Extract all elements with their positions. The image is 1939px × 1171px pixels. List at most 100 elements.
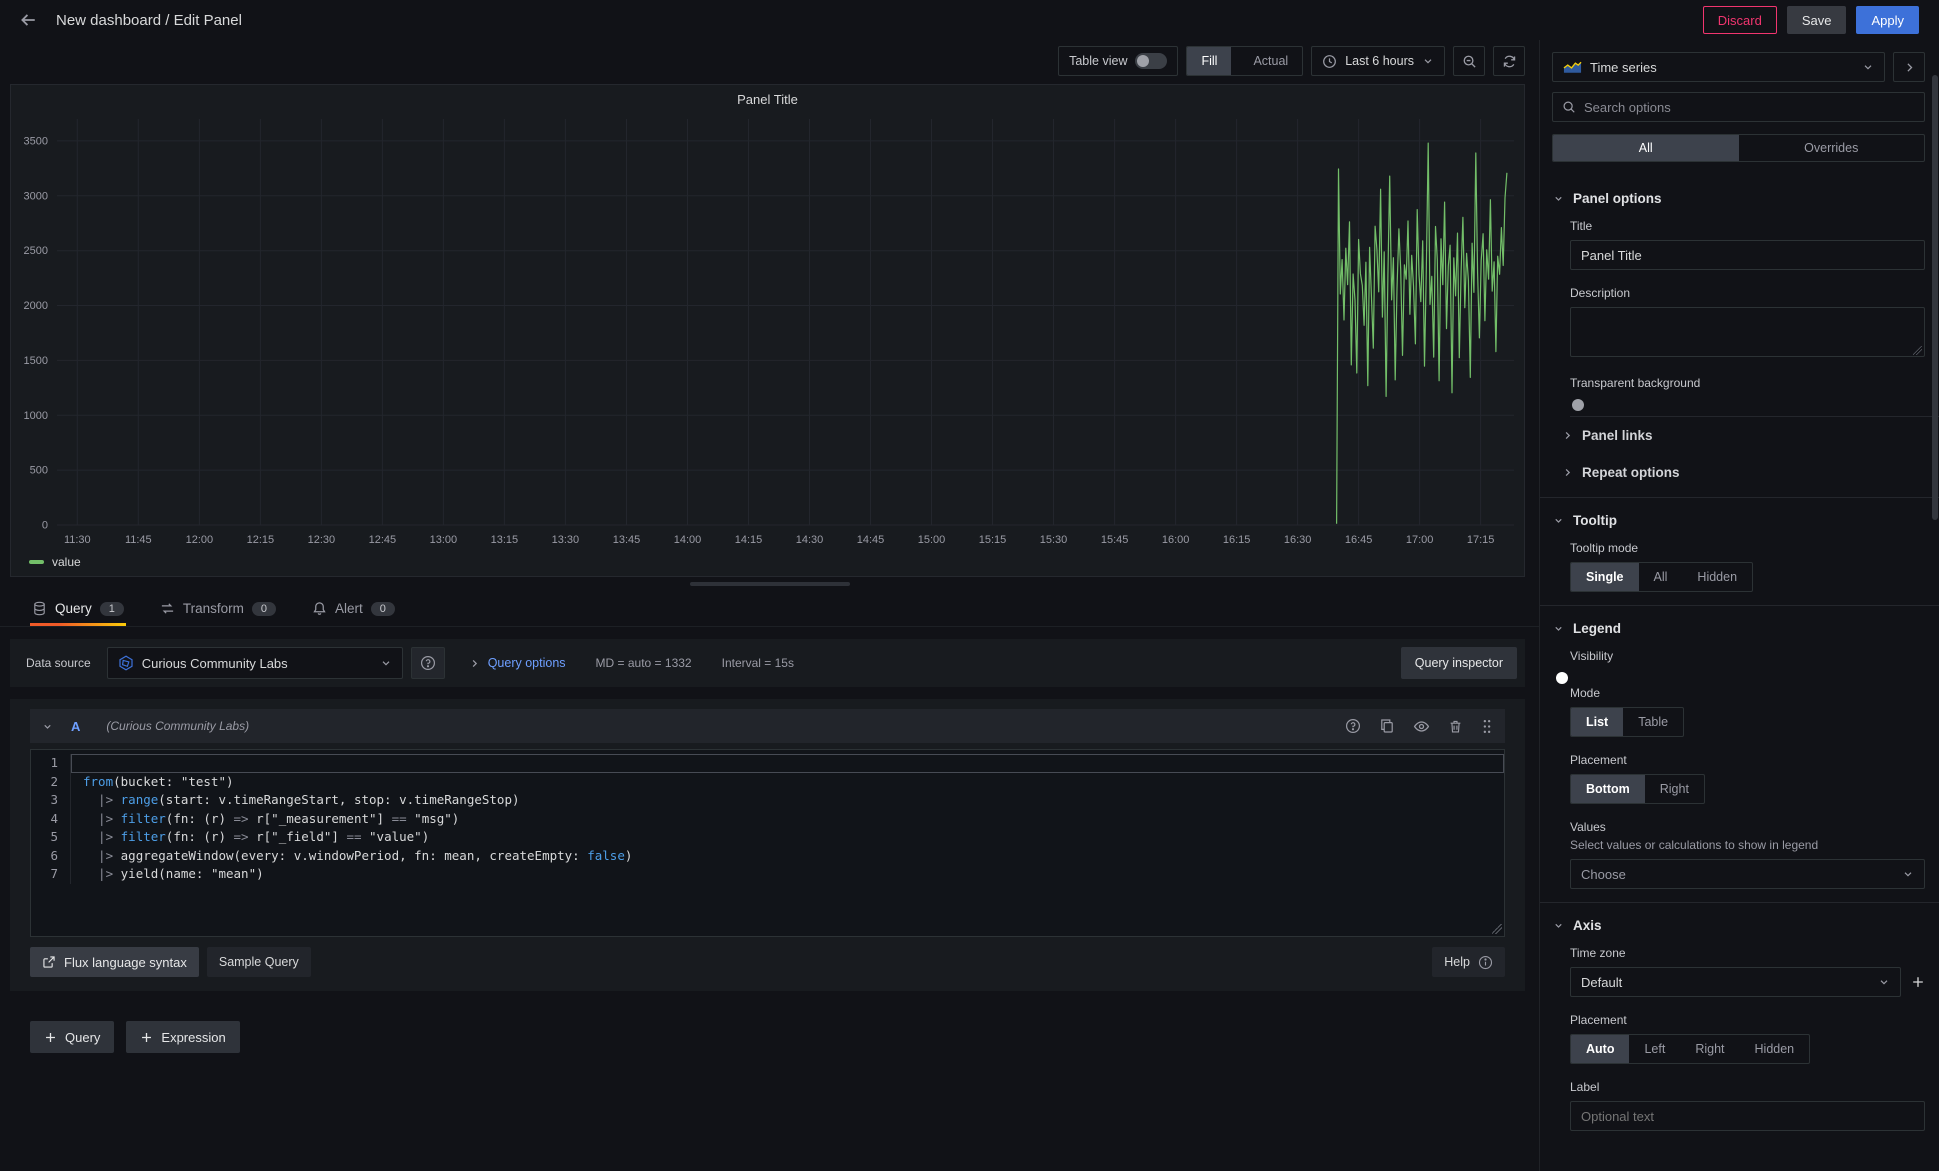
legend-mode-list[interactable]: List — [1571, 708, 1623, 736]
code-line[interactable]: 4 |> filter(fn: (r) => r["_measurement"]… — [31, 810, 1504, 829]
tab-alert[interactable]: Alert 0 — [310, 593, 397, 626]
svg-text:12:30: 12:30 — [308, 534, 336, 546]
zoom-out-button[interactable] — [1453, 46, 1485, 76]
fit-actual-option[interactable]: Actual — [1239, 47, 1302, 75]
code-text: from(bucket: "test") — [71, 773, 1504, 792]
back-button[interactable] — [14, 6, 42, 34]
legend-values-select[interactable]: Choose — [1570, 859, 1925, 889]
database-icon — [32, 601, 47, 616]
legend-mode-table[interactable]: Table — [1623, 708, 1683, 736]
datasource-picker[interactable]: Curious Community Labs — [107, 647, 403, 679]
tooltip-mode-single[interactable]: Single — [1571, 563, 1639, 591]
add-expression-button[interactable]: Expression — [126, 1021, 239, 1053]
code-line[interactable]: 3 |> range(start: v.timeRangeStart, stop… — [31, 791, 1504, 810]
legend-values-description: Select values or calculations to show in… — [1570, 838, 1925, 852]
drag-handle-icon[interactable] — [1481, 719, 1493, 734]
legend-series-label[interactable]: value — [52, 555, 81, 569]
fit-fill-option[interactable]: Fill — [1187, 47, 1231, 75]
table-view-toggle[interactable]: Table view — [1058, 46, 1178, 76]
help-circle-icon[interactable] — [1345, 718, 1361, 734]
code-line[interactable]: 5 |> filter(fn: (r) => r["_field"] == "v… — [31, 828, 1504, 847]
tab-query[interactable]: Query 1 — [30, 593, 126, 626]
datasource-help-button[interactable] — [411, 647, 445, 679]
panel-title[interactable]: Panel Title — [11, 85, 1524, 113]
svg-text:15:15: 15:15 — [979, 534, 1007, 546]
query-inspector-button[interactable]: Query inspector — [1401, 647, 1517, 679]
sidebar-scrollbar[interactable] — [1932, 75, 1938, 520]
legend-mode-label: Mode — [1570, 686, 1925, 700]
eye-icon[interactable] — [1413, 718, 1430, 735]
options-search[interactable] — [1552, 92, 1925, 122]
sample-query-button[interactable]: Sample Query — [207, 947, 311, 977]
axis-placement-right[interactable]: Right — [1680, 1035, 1739, 1063]
legend-placement-right[interactable]: Right — [1645, 775, 1704, 803]
add-timezone-button[interactable] — [1911, 975, 1925, 989]
tooltip-mode-all[interactable]: All — [1639, 563, 1683, 591]
axis-placement-group: Auto Left Right Hidden — [1570, 1034, 1810, 1064]
collapse-sidebar-button[interactable] — [1893, 52, 1925, 82]
fit-mode-group: Fill Actual — [1186, 46, 1303, 76]
query-options-toggle[interactable]: Query options — [469, 656, 566, 670]
time-range-picker[interactable]: Last 6 hours — [1311, 46, 1445, 76]
code-text: |> filter(fn: (r) => r["_field"] == "val… — [71, 828, 1504, 847]
axis-label-input[interactable] — [1570, 1101, 1925, 1131]
trash-icon[interactable] — [1448, 719, 1463, 734]
line-number: 5 — [31, 828, 71, 847]
svg-text:1500: 1500 — [24, 355, 48, 367]
legend-visibility-label: Visibility — [1570, 649, 1925, 663]
tooltip-section-header[interactable]: Tooltip — [1540, 498, 1939, 538]
bell-icon — [312, 601, 327, 616]
svg-text:11:45: 11:45 — [125, 534, 152, 546]
flux-code-editor[interactable]: 12from(bucket: "test")3 |> range(start: … — [30, 749, 1505, 937]
timeseries-panel[interactable]: Panel Title 11:3011:4512:0012:1512:3012:… — [10, 84, 1525, 577]
legend-values-label: Values — [1570, 820, 1925, 834]
axis-placement-auto[interactable]: Auto — [1571, 1035, 1629, 1063]
legend-swatch[interactable] — [29, 560, 44, 564]
panel-resize-handle — [0, 577, 1539, 591]
add-query-button[interactable]: Query — [30, 1021, 114, 1053]
axis-placement-left[interactable]: Left — [1629, 1035, 1680, 1063]
duplicate-icon[interactable] — [1379, 718, 1395, 734]
axis-label-label: Label — [1570, 1080, 1925, 1094]
chevron-down-icon[interactable] — [42, 721, 53, 732]
legend-placement-bottom[interactable]: Bottom — [1571, 775, 1645, 803]
code-line[interactable]: 6 |> aggregateWindow(every: v.windowPeri… — [31, 847, 1504, 866]
code-line[interactable]: 1 — [31, 754, 1504, 773]
tab-transform[interactable]: Transform 0 — [158, 593, 278, 626]
legend-placement-group: Bottom Right — [1570, 774, 1705, 804]
panel-title-input[interactable] — [1570, 240, 1925, 270]
editor-resize-grip[interactable] — [1492, 924, 1502, 934]
discard-button[interactable]: Discard — [1703, 6, 1777, 34]
apply-button[interactable]: Apply — [1856, 6, 1919, 34]
panel-links-title: Panel links — [1582, 428, 1653, 443]
svg-text:16:00: 16:00 — [1162, 534, 1190, 546]
legend-section-header[interactable]: Legend — [1540, 606, 1939, 646]
panel-description-input[interactable] — [1570, 307, 1925, 357]
axis-section-header[interactable]: Axis — [1540, 903, 1939, 943]
svg-text:12:00: 12:00 — [186, 534, 214, 546]
code-line[interactable]: 7 |> yield(name: "mean") — [31, 865, 1504, 884]
options-tab-overrides[interactable]: Overrides — [1739, 135, 1925, 161]
options-search-input[interactable] — [1584, 100, 1915, 115]
title-field-label: Title — [1570, 219, 1925, 233]
panel-links-section[interactable]: Panel links — [1540, 417, 1939, 454]
panel-options-section-header[interactable]: Panel options — [1540, 176, 1939, 216]
refresh-button[interactable] — [1493, 46, 1525, 76]
timeseries-chart[interactable]: 11:3011:4512:0012:1512:3012:4513:0013:15… — [11, 113, 1524, 551]
tooltip-mode-hidden[interactable]: Hidden — [1682, 563, 1752, 591]
visualization-picker[interactable]: Time series — [1552, 52, 1885, 82]
panel-resize-grip[interactable] — [690, 582, 850, 586]
options-tab-all[interactable]: All — [1553, 135, 1739, 161]
save-button[interactable]: Save — [1787, 6, 1847, 34]
arrow-left-icon — [19, 11, 37, 29]
table-view-switch[interactable] — [1135, 53, 1167, 69]
axis-placement-hidden[interactable]: Hidden — [1740, 1035, 1810, 1063]
timezone-select[interactable]: Default — [1570, 967, 1901, 997]
repeat-options-section[interactable]: Repeat options — [1540, 454, 1939, 491]
flux-syntax-button[interactable]: Flux language syntax — [30, 947, 199, 977]
line-number: 1 — [31, 754, 71, 773]
code-line[interactable]: 2from(bucket: "test") — [31, 773, 1504, 792]
help-button[interactable]: Help — [1432, 947, 1505, 977]
svg-text:500: 500 — [30, 465, 48, 477]
query-row-header[interactable]: A (Curious Community Labs) — [30, 709, 1505, 743]
